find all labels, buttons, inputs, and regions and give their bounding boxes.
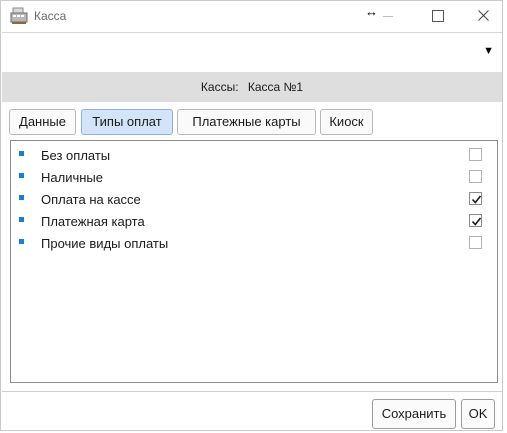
window-title: Касса bbox=[34, 9, 67, 23]
chevron-down-icon[interactable]: ▼ bbox=[483, 45, 494, 57]
list-item[interactable]: Платежная карта bbox=[11, 211, 497, 233]
bullet-icon bbox=[19, 151, 24, 156]
list-item[interactable]: Без оплаты bbox=[11, 145, 497, 167]
cash-register-icon bbox=[10, 7, 28, 25]
checkmark-icon bbox=[471, 217, 482, 226]
payment-type-checkbox[interactable] bbox=[469, 192, 482, 205]
tab-kiosk[interactable]: Киоск bbox=[320, 109, 373, 135]
list-item[interactable]: Оплата на кассе bbox=[11, 189, 497, 211]
save-button[interactable]: Сохранить bbox=[372, 399, 456, 429]
register-header: Кассы: Касса №1 bbox=[2, 72, 502, 102]
payment-type-checkbox[interactable] bbox=[469, 214, 482, 227]
payment-type-checkbox[interactable] bbox=[469, 236, 482, 249]
payment-type-checkbox[interactable] bbox=[469, 170, 482, 183]
tab-data[interactable]: Данные bbox=[9, 109, 76, 135]
register-select[interactable]: ▼ bbox=[2, 32, 502, 71]
payment-type-checkbox[interactable] bbox=[469, 148, 482, 161]
register-header-value: Касса №1 bbox=[247, 80, 304, 94]
list-item[interactable]: Наличные bbox=[11, 167, 497, 189]
tab-payment-types[interactable]: Типы оплат bbox=[81, 109, 173, 135]
title-bar[interactable]: Касса ↔ bbox=[1, 1, 502, 31]
payment-type-label: Платежная карта bbox=[41, 214, 145, 229]
register-header-label: Кассы: bbox=[200, 80, 239, 94]
payment-type-label: Оплата на кассе bbox=[41, 192, 141, 207]
ok-button[interactable]: OK bbox=[461, 399, 495, 429]
list-item[interactable]: Прочие виды оплаты bbox=[11, 233, 497, 255]
footer-divider bbox=[2, 391, 502, 392]
minimize-icon[interactable] bbox=[365, 1, 411, 31]
payment-types-list: Без оплаты Наличные Оплата на кассе Плат… bbox=[10, 140, 498, 383]
payment-type-label: Прочие виды оплаты bbox=[41, 236, 169, 251]
bullet-icon bbox=[19, 173, 24, 178]
bullet-icon bbox=[19, 217, 24, 222]
payment-type-label: Наличные bbox=[41, 170, 103, 185]
checkmark-icon bbox=[471, 195, 482, 204]
maximize-icon[interactable] bbox=[414, 1, 460, 31]
payment-type-label: Без оплаты bbox=[41, 148, 111, 163]
tab-payment-cards[interactable]: Платежные карты bbox=[177, 109, 316, 135]
cash-register-window: Касса ↔ ▼ Кассы: Касса №1 Данные Типы оп… bbox=[0, 0, 503, 431]
close-icon[interactable] bbox=[460, 1, 506, 31]
bullet-icon bbox=[19, 239, 24, 244]
bullet-icon bbox=[19, 195, 24, 200]
